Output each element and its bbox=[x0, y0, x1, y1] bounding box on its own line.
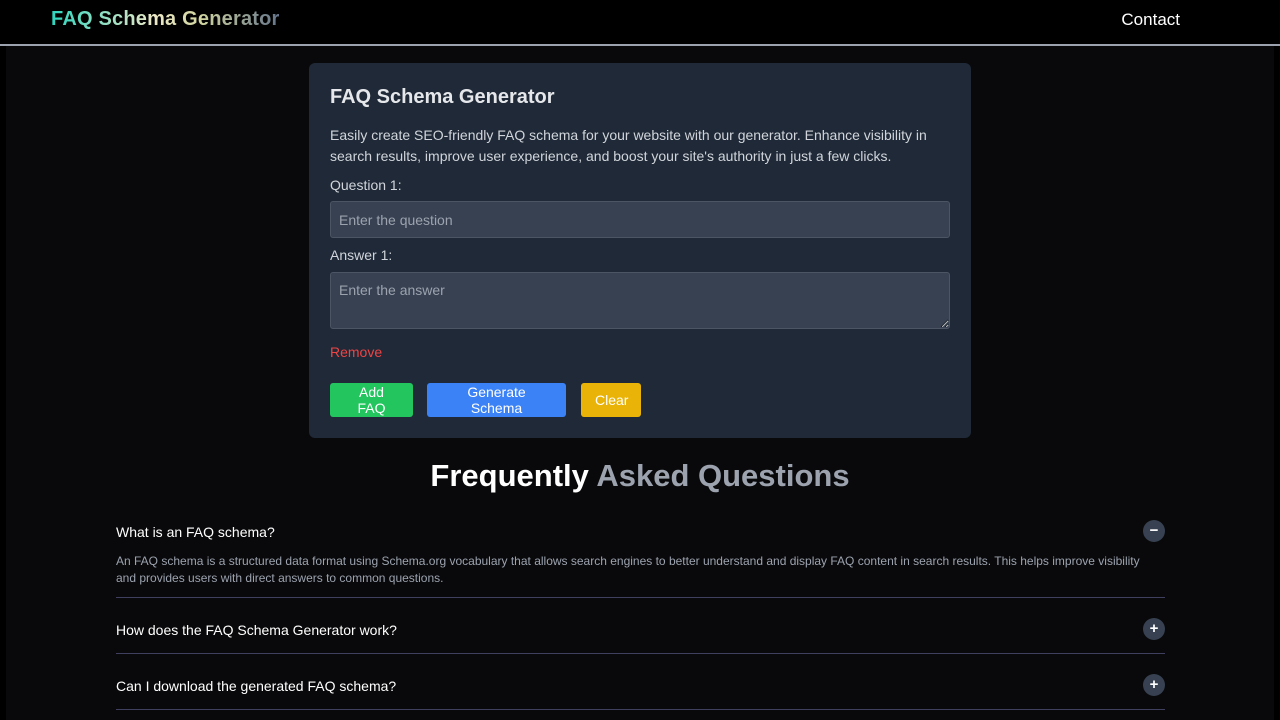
expand-plus-icon[interactable]: + bbox=[1143, 618, 1165, 640]
faq-item[interactable]: How does the FAQ Schema Generator work? … bbox=[116, 598, 1165, 654]
faq-heading-part1: Frequently bbox=[430, 458, 589, 493]
remove-faq-button[interactable]: Remove bbox=[330, 344, 382, 360]
generator-description: Easily create SEO-friendly FAQ schema fo… bbox=[330, 127, 927, 164]
faq-question[interactable]: Can I download the generated FAQ schema? bbox=[116, 678, 396, 694]
faq-heading: Frequently Asked Questions bbox=[0, 458, 1280, 494]
faq-item[interactable]: What is an FAQ schema? − An FAQ schema i… bbox=[116, 520, 1165, 598]
add-faq-button[interactable]: Add FAQ bbox=[330, 383, 413, 417]
faq-question[interactable]: What is an FAQ schema? bbox=[116, 524, 275, 540]
top-navbar: FAQ Schema Generator Contact bbox=[0, 0, 1280, 46]
nav-contact-link[interactable]: Contact bbox=[1121, 10, 1180, 30]
faq-answer: An FAQ schema is a structured data forma… bbox=[116, 554, 1140, 585]
expand-plus-icon[interactable]: + bbox=[1143, 674, 1165, 696]
clear-button[interactable]: Clear bbox=[581, 383, 641, 417]
question-1-input[interactable] bbox=[330, 201, 950, 238]
answer-1-label: Answer 1: bbox=[330, 247, 393, 263]
collapse-minus-icon[interactable]: − bbox=[1143, 520, 1165, 542]
faq-question[interactable]: How does the FAQ Schema Generator work? bbox=[116, 622, 397, 638]
generator-title: FAQ Schema Generator bbox=[330, 86, 555, 108]
faq-item[interactable]: Can I download the generated FAQ schema?… bbox=[116, 654, 1165, 710]
faq-heading-part2: Asked Questions bbox=[596, 458, 850, 493]
question-1-label: Question 1: bbox=[330, 177, 402, 193]
generator-card: FAQ Schema Generator Easily create SEO-f… bbox=[309, 63, 971, 438]
brand-logo-link[interactable]: FAQ Schema Generator bbox=[51, 8, 280, 31]
answer-1-textarea[interactable] bbox=[330, 272, 950, 329]
generate-schema-button[interactable]: Generate Schema bbox=[427, 383, 566, 417]
